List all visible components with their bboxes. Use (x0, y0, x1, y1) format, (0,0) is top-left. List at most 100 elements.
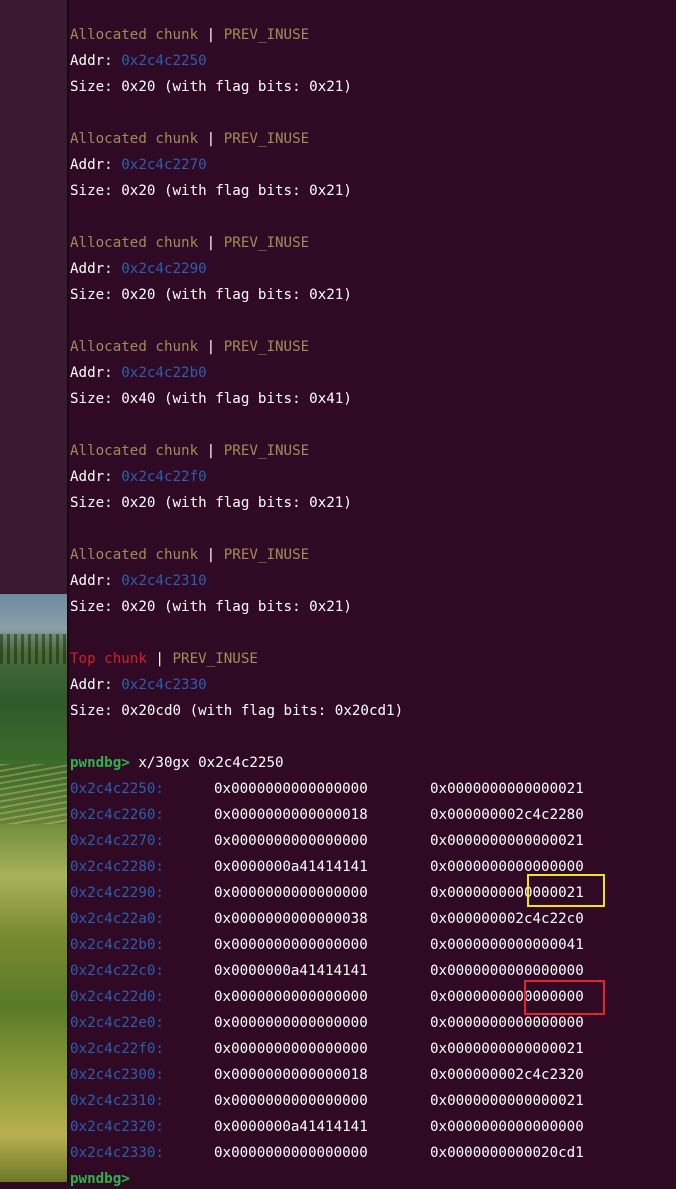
chunk-addr-line: Addr: 0x2c4c22b0 (70, 363, 207, 383)
memory-address: 0x2c4c2290: (70, 885, 164, 901)
chunk-addr: 0x2c4c2310 (121, 573, 207, 589)
memory-row: 0x2c4c22e0: 0x0000000000000000 0x000000000… (69, 1013, 676, 1033)
memory-value: 0x0000000000000000 (214, 1093, 368, 1109)
memory-row: 0x2c4c2300: 0x0000000000000018 0x000000002… (69, 1065, 676, 1085)
memory-value: 0x0000000000000041 (430, 937, 584, 953)
chunk-addr-line: Addr: 0x2c4c22f0 (70, 467, 207, 487)
chunk-addr: 0x2c4c22f0 (121, 469, 207, 485)
wallpaper-image (0, 594, 67, 1182)
top-chunk-size: Size: 0x20cd0 (with flag bits: 0x20cd1) (70, 703, 404, 719)
chunk-addr: 0x2c4c22b0 (121, 365, 207, 381)
memory-address: 0x2c4c2280: (70, 859, 164, 875)
chunk-size: Size: 0x20 (with flag bits: 0x21) (70, 495, 352, 511)
chunk-flag: PREV_INUSE (223, 131, 310, 147)
chunk-kind: Allocated chunk (70, 547, 199, 563)
memory-address: 0x2c4c2270: (70, 833, 164, 849)
memory-value: 0x0000000000000000 (430, 963, 584, 979)
chunk-size: Size: 0x20 (with flag bits: 0x21) (70, 79, 352, 95)
chunk-flag: PREV_INUSE (223, 339, 310, 355)
memory-value: 0x0000000000000021 (430, 1093, 584, 1109)
chunk-addr: 0x2c4c2290 (121, 261, 207, 277)
chunk-size: Size: 0x20 (with flag bits: 0x21) (70, 599, 352, 615)
chunk-kind: Allocated chunk (70, 339, 199, 355)
chunk-flag: PREV_INUSE (223, 27, 310, 43)
chunk-size: Size: 0x20 (with flag bits: 0x21) (70, 287, 352, 303)
chunk-addr: 0x2c4c2250 (121, 53, 207, 69)
command-text: x/30gx 0x2c4c2250 (129, 755, 284, 771)
chunk-size: Size: 0x20 (with flag bits: 0x21) (70, 183, 352, 199)
top-chunk-kind: Top chunk (70, 651, 147, 667)
memory-value: 0x0000000000000000 (430, 1015, 584, 1031)
memory-value: 0x0000000000000021 (430, 1041, 584, 1057)
pwndbg-prompt: pwndbg> (70, 1171, 130, 1187)
memory-value: 0x0000000000020cd1 (430, 1145, 584, 1161)
memory-value: 0x0000000000000018 (214, 1067, 368, 1083)
top-chunk-addr: 0x2c4c2330 (121, 677, 207, 693)
memory-address: 0x2c4c2330: (70, 1145, 164, 1161)
memory-address: 0x2c4c22f0: (70, 1041, 164, 1057)
top-chunk-flag: PREV_INUSE (172, 651, 258, 667)
memory-value: 0x0000000000000000 (430, 1119, 584, 1135)
memory-address: 0x2c4c2300: (70, 1067, 164, 1083)
memory-row: 0x2c4c22c0: 0x0000000a41414141 0x000000000… (69, 961, 676, 981)
separator: | (198, 339, 224, 355)
chunk-header: Allocated chunk | PREV_INUSE (70, 545, 309, 565)
memory-address: 0x2c4c2310: (70, 1093, 164, 1109)
memory-value: 0x0000000000000000 (214, 1041, 368, 1057)
chunk-flag: PREV_INUSE (223, 235, 310, 251)
chunk-addr: 0x2c4c2270 (121, 157, 207, 173)
separator: | (198, 235, 224, 251)
chunk-addr-line: Addr: 0x2c4c2250 (70, 51, 207, 71)
memory-value: 0x0000000a41414141 (214, 1119, 368, 1135)
chunk-kind: Allocated chunk (70, 131, 199, 147)
memory-address: 0x2c4c22e0: (70, 1015, 164, 1031)
memory-value: 0x0000000000000000 (214, 833, 368, 849)
addr-label: Addr: (70, 677, 122, 693)
memory-value: 0x0000000000000000 (214, 781, 368, 797)
memory-row: 0x2c4c2310: 0x0000000000000000 0x000000000… (69, 1091, 676, 1111)
addr-label: Addr: (70, 261, 122, 277)
terminal-window[interactable]: Allocated chunk | PREV_INUSE Addr: 0x2c4… (69, 0, 676, 1187)
memory-value: 0x0000000000000000 (214, 1145, 368, 1161)
memory-row: 0x2c4c22a0: 0x0000000000000038 0x000000002… (69, 909, 676, 929)
separator: | (146, 651, 173, 667)
chunk-flag: PREV_INUSE (223, 443, 310, 459)
memory-value: 0x0000000000000018 (214, 807, 368, 823)
memory-address: 0x2c4c2260: (70, 807, 164, 823)
memory-value: 0x0000000000000021 (430, 781, 584, 797)
memory-address: 0x2c4c22a0: (70, 911, 164, 927)
memory-address: 0x2c4c22b0: (70, 937, 164, 953)
chunk-kind: Allocated chunk (70, 235, 199, 251)
separator: | (198, 443, 224, 459)
memory-row: 0x2c4c2260: 0x0000000000000018 0x000000002… (69, 805, 676, 825)
memory-value: 0x0000000000000021 (430, 833, 584, 849)
next-command-line[interactable]: pwndbg> (70, 1169, 130, 1189)
memory-row: 0x2c4c22f0: 0x0000000000000000 0x000000000… (69, 1039, 676, 1059)
memory-value: 0x000000002c4c22c0 (430, 911, 584, 927)
memory-value: 0x000000002c4c2280 (430, 807, 584, 823)
chunk-kind: Allocated chunk (70, 443, 199, 459)
addr-label: Addr: (70, 573, 122, 589)
memory-value: 0x0000000000000000 (214, 885, 368, 901)
addr-label: Addr: (70, 53, 122, 69)
memory-address: 0x2c4c2250: (70, 781, 164, 797)
chunk-kind: Allocated chunk (70, 27, 199, 43)
memory-value: 0x0000000000000038 (214, 911, 368, 927)
separator: | (198, 131, 224, 147)
chunk-header: Allocated chunk | PREV_INUSE (70, 337, 309, 357)
yellow-highlight-box (527, 874, 605, 907)
memory-row: 0x2c4c2250: 0x0000000000000000 0x000000000… (69, 779, 676, 799)
chunk-header: Allocated chunk | PREV_INUSE (70, 441, 309, 461)
chunk-size: Size: 0x40 (with flag bits: 0x41) (70, 391, 352, 407)
chunk-addr-line: Addr: 0x2c4c2310 (70, 571, 207, 591)
desktop-background (0, 0, 67, 1182)
memory-value: 0x0000000a41414141 (214, 859, 368, 875)
command-line[interactable]: pwndbg> x/30gx 0x2c4c2250 (70, 753, 284, 773)
chunk-flag: PREV_INUSE (223, 547, 310, 563)
addr-label: Addr: (70, 365, 122, 381)
chunk-addr-line: Addr: 0x2c4c2270 (70, 155, 207, 175)
addr-label: Addr: (70, 157, 122, 173)
memory-row: 0x2c4c2270: 0x0000000000000000 0x000000000… (69, 831, 676, 851)
memory-value: 0x0000000000000000 (214, 937, 368, 953)
memory-row: 0x2c4c2320: 0x0000000a41414141 0x000000000… (69, 1117, 676, 1137)
